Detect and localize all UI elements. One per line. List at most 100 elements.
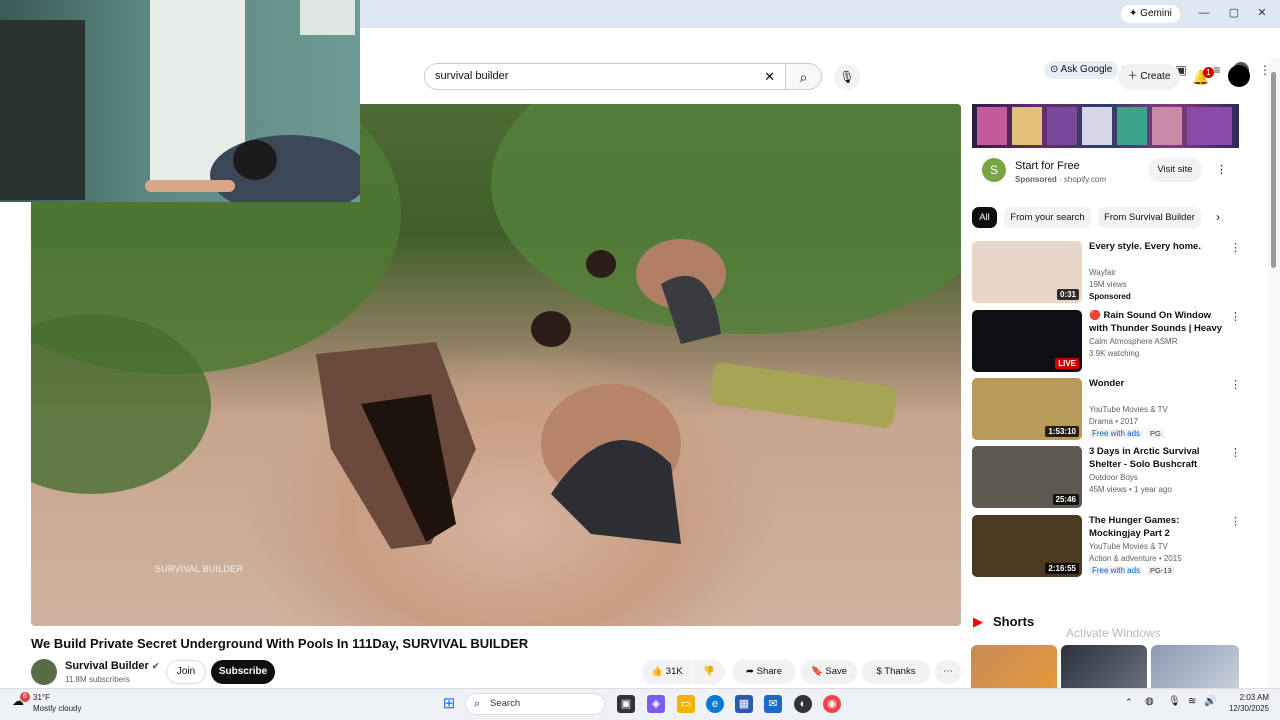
recommendation-item[interactable]: LIVE 🔴 Rain Sound On Window with Thunder … <box>972 310 1241 374</box>
copilot-icon[interactable]: ◈ <box>647 695 665 713</box>
recommendation-menu-icon[interactable]: ⋮ <box>1230 241 1241 254</box>
visit-site-button[interactable]: Visit site <box>1148 158 1202 182</box>
gemini-icon: ✦ <box>1129 8 1141 19</box>
windows-taskbar <box>0 688 1280 720</box>
recommendation-title[interactable]: Every style. Every home. <box>1089 241 1227 254</box>
chip-from-your-search[interactable]: From your search <box>1004 207 1091 228</box>
video-thumbnail[interactable]: 0:31 <box>972 241 1082 303</box>
tray-overflow-icon[interactable]: ⌃ <box>1125 697 1133 708</box>
notification-count-badge: 1 <box>1203 67 1214 78</box>
thanks-button[interactable]: $ Thanks <box>862 660 930 684</box>
clock-time[interactable]: 2:03 AM <box>1209 693 1269 702</box>
recommendation-item[interactable]: 25:46 3 Days in Arctic Survival Shelter -… <box>972 446 1241 510</box>
video-thumbnail[interactable]: 2:16:55 <box>972 515 1082 577</box>
duration-badge: 2:16:55 <box>1045 563 1079 574</box>
create-button[interactable]: ＋ Create <box>1118 64 1180 90</box>
video-thumbnail[interactable]: LIVE <box>972 310 1082 372</box>
recommendation-menu-icon[interactable]: ⋮ <box>1230 310 1241 323</box>
task-view-icon[interactable]: ▣ <box>617 695 635 713</box>
shorts-icon: ▶ <box>973 614 983 629</box>
search-input[interactable]: survival builder ✕ <box>424 63 786 90</box>
store-icon[interactable]: ▦ <box>735 695 753 713</box>
short-thumbnail[interactable] <box>971 645 1057 689</box>
taskbar-search-label: Search <box>490 698 521 709</box>
video-title: We Build Private Secret Underground With… <box>31 636 529 651</box>
clear-search-icon[interactable]: ✕ <box>764 64 775 89</box>
gemini-button[interactable]: ✦ Gemini <box>1121 5 1180 23</box>
duration-badge: LIVE <box>1055 358 1079 369</box>
chip-all[interactable]: All <box>972 207 997 228</box>
shorts-heading: Shorts <box>993 614 1035 629</box>
recommendation-extra-text: Free with ads <box>1089 566 1144 575</box>
recommendation-extra-text: Free with ads <box>1089 429 1144 438</box>
duration-badge: 0:31 <box>1056 289 1079 300</box>
rating-badge: PG-13 <box>1147 566 1175 575</box>
recommendation-channel: Wayfair <box>1089 268 1116 277</box>
more-actions-icon[interactable]: ⋯ <box>935 660 961 684</box>
ad-title[interactable]: Start for Free <box>1015 160 1080 172</box>
microphone-tray-icon[interactable]: 🎙 <box>1168 696 1181 707</box>
join-button[interactable]: Join <box>166 660 206 684</box>
edge-browser-icon[interactable]: e <box>706 695 724 713</box>
recommendation-extra: Free with ads PG <box>1089 429 1164 438</box>
minimize-icon[interactable]: — <box>1194 5 1214 21</box>
share-icon: ➦ <box>746 666 757 677</box>
duration-badge: 1:53:10 <box>1045 426 1079 437</box>
recommendation-title[interactable]: The Hunger Games: Mockingjay Part 2 <box>1089 515 1227 540</box>
thumbs-down-icon: 👎 <box>703 666 715 677</box>
short-thumbnail[interactable] <box>1151 645 1239 689</box>
recommendation-menu-icon[interactable]: ⋮ <box>1230 446 1241 459</box>
channel-avatar[interactable] <box>31 659 57 685</box>
ad-sponsor-line: Sponsored · shopify.com <box>1015 175 1106 184</box>
chip-from-survival-builder[interactable]: From Survival Builder <box>1098 207 1201 228</box>
channel-name[interactable]: Survival Builder ✔ <box>65 660 159 672</box>
recommendation-channel: YouTube Movies & TV <box>1089 405 1168 414</box>
chevron-right-icon[interactable]: › <box>1216 210 1220 224</box>
save-icon: 🔖 <box>810 666 826 677</box>
chrome-icon[interactable]: ◉ <box>823 695 841 713</box>
file-explorer-icon[interactable]: ▭ <box>677 695 695 713</box>
like-count: 31K <box>665 666 683 677</box>
share-button[interactable]: ➦ Share <box>732 660 796 684</box>
clock-date[interactable]: 12/30/2025 <box>1209 704 1269 713</box>
ad-domain: shopify.com <box>1063 175 1106 184</box>
taskbar-search[interactable]: ⌕ Search <box>465 693 605 715</box>
search-button[interactable]: ⌕ <box>786 63 822 90</box>
recommendation-item[interactable]: 2:16:55 The Hunger Games: Mockingjay Part… <box>972 515 1241 579</box>
recommendation-title[interactable]: 🔴 Rain Sound On Window with Thunder Soun… <box>1089 310 1227 336</box>
windows-start-icon[interactable]: ⊞ <box>440 695 458 713</box>
network-icon[interactable]: ◍ <box>1145 696 1154 707</box>
ask-google-button[interactable]: ⊙ Ask Google <box>1044 61 1119 79</box>
recommendation-meta: Drama • 2017 <box>1089 417 1139 426</box>
ad-banner-image[interactable] <box>972 104 1239 148</box>
close-window-icon[interactable]: ✕ <box>1252 5 1272 21</box>
recommendation-title[interactable]: Wonder <box>1089 378 1227 391</box>
save-button[interactable]: 🔖 Save <box>801 660 857 684</box>
plus-icon: ＋ <box>1127 71 1141 82</box>
save-label: Save <box>825 666 848 677</box>
dislike-button[interactable]: 👎 <box>693 660 725 684</box>
app-icon[interactable]: ◐ <box>794 695 812 713</box>
outlook-icon[interactable]: ✉ <box>764 695 782 713</box>
shopify-logo-icon: S <box>982 158 1006 182</box>
subscribe-button[interactable]: Subscribe <box>211 660 275 684</box>
recommendation-item[interactable]: 0:31 Every style. Every home. Wayfair 19M v… <box>972 241 1241 305</box>
weather-temperature: 31°F <box>33 693 50 702</box>
maximize-icon[interactable]: ▢ <box>1224 5 1244 21</box>
recommendation-title[interactable]: 3 Days in Arctic Survival Shelter - Solo… <box>1089 446 1227 472</box>
recommendation-item[interactable]: 1:53:10 Wonder YouTube Movies & TV Drama • … <box>972 378 1241 442</box>
scrollbar-thumb[interactable] <box>1271 72 1276 268</box>
search-icon: ⌕ <box>799 69 808 85</box>
duration-badge: 25:46 <box>1052 494 1079 505</box>
short-thumbnail[interactable] <box>1061 645 1147 689</box>
video-thumbnail[interactable]: 1:53:10 <box>972 378 1082 440</box>
voice-search-icon[interactable]: 🎙 <box>834 64 860 90</box>
ad-menu-icon[interactable]: ⋮ <box>1216 163 1227 176</box>
like-button[interactable]: 👍 31K <box>642 660 692 684</box>
account-avatar[interactable] <box>1228 65 1250 87</box>
ad-collage <box>977 107 1232 145</box>
recommendation-menu-icon[interactable]: ⋮ <box>1230 378 1241 391</box>
recommendation-menu-icon[interactable]: ⋮ <box>1230 515 1241 528</box>
video-thumbnail[interactable]: 25:46 <box>972 446 1082 508</box>
wifi-icon[interactable]: ≋ <box>1188 696 1196 707</box>
